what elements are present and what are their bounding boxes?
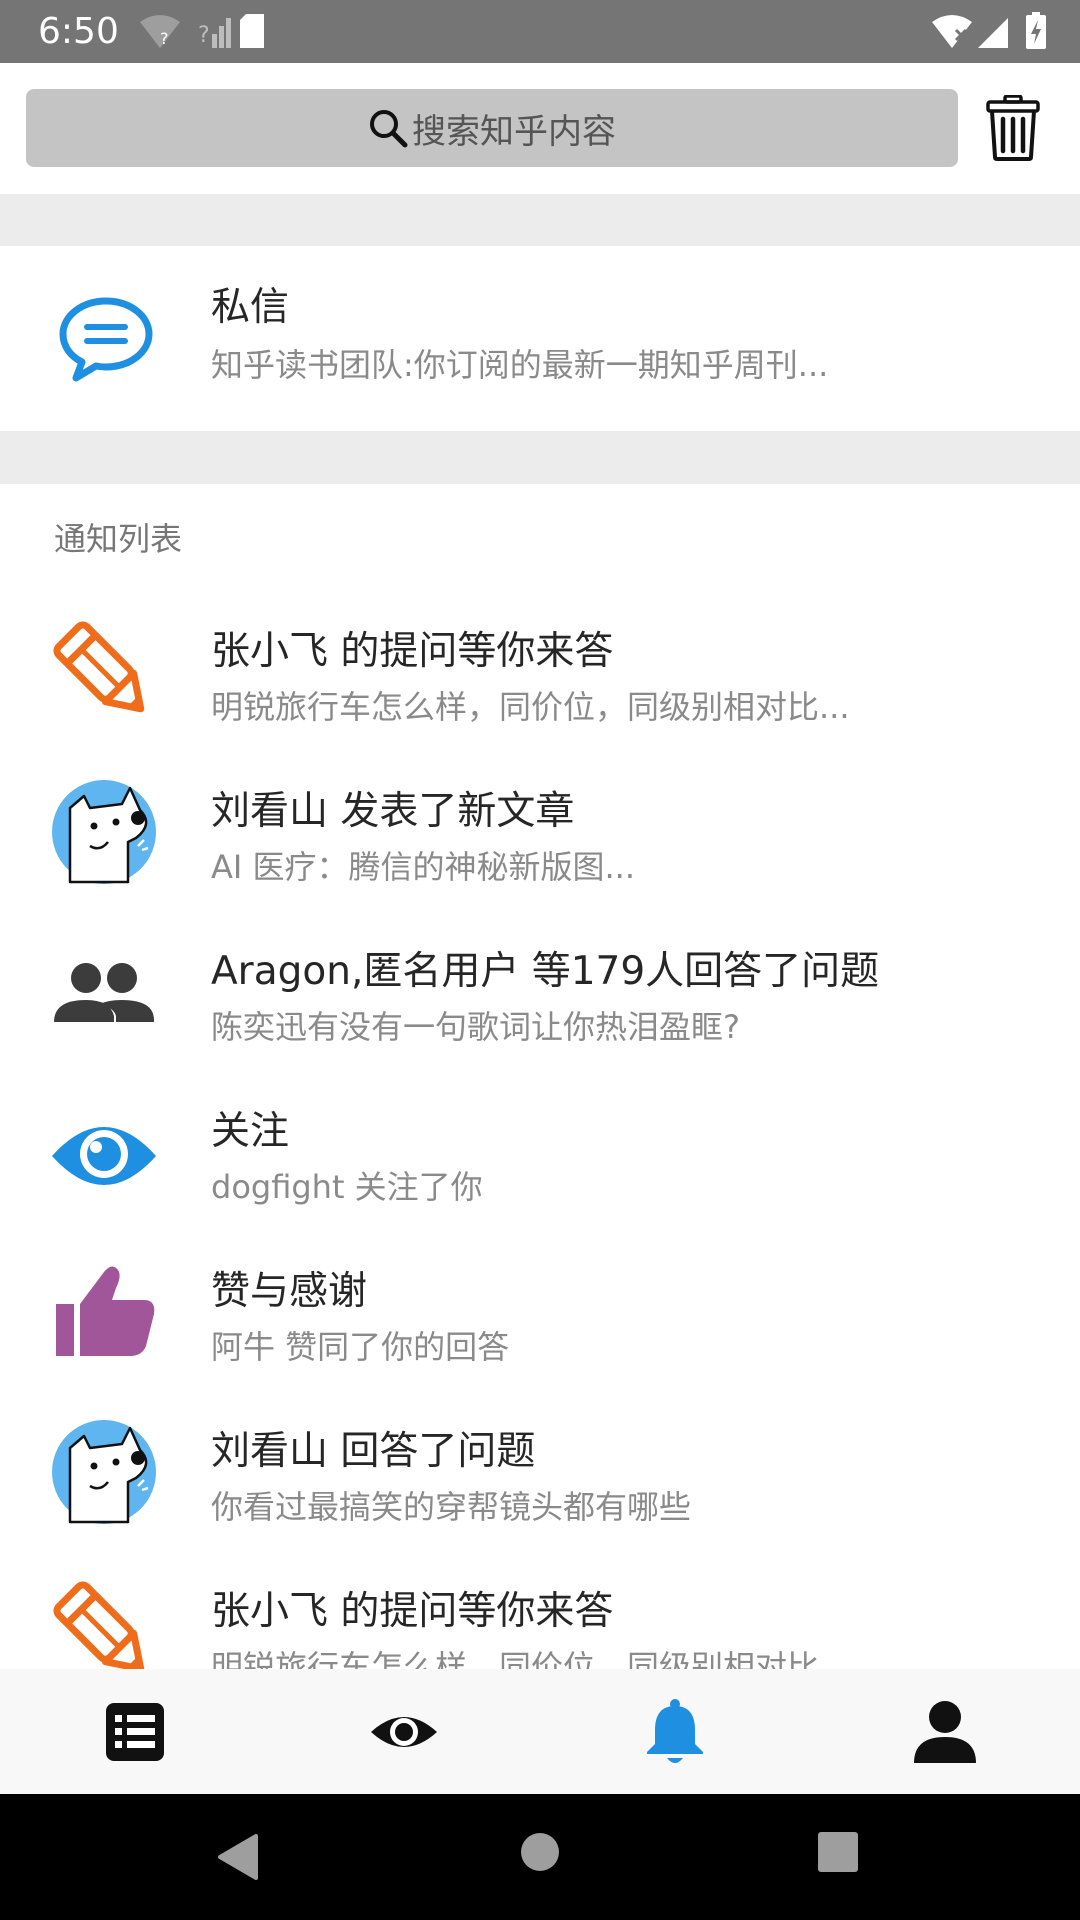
- notification-title: 关注: [211, 1109, 290, 1154]
- search-icon: [370, 110, 408, 148]
- nav-profile[interactable]: [910, 1697, 980, 1767]
- dog-avatar: [52, 780, 156, 884]
- search-input[interactable]: 搜索知乎内容: [26, 89, 958, 167]
- eye-icon: [52, 1127, 156, 1185]
- notification-subtitle: 阿牛 赞同了你的回答: [211, 1328, 510, 1366]
- thumbs-up-icon: [56, 1266, 155, 1356]
- status-bar: 6:50 ? ?: [0, 0, 1080, 63]
- notification-subtitle: 陈奕迅有没有一句歌词让你热泪盈眶?: [211, 1008, 740, 1046]
- notification-item[interactable]: 关注 dogfight 关注了你: [0, 1088, 1080, 1248]
- bell-icon: [647, 1699, 703, 1763]
- battery-charging-icon: [1026, 12, 1046, 49]
- sd-card-icon: [240, 14, 264, 48]
- pencil-icon: [53, 1581, 145, 1669]
- eye-icon: [371, 1717, 437, 1747]
- notification-subtitle: 明锐旅行车怎么样，同价位，同级别相对比...: [211, 1648, 850, 1669]
- signal-unknown-icon: ?: [198, 18, 231, 48]
- person-icon: [914, 1701, 976, 1763]
- notification-subtitle: 明锐旅行车怎么样，同价位，同级别相对比...: [211, 688, 850, 726]
- notification-subtitle: 你看过最搞笑的穿帮镜头都有哪些: [211, 1488, 692, 1526]
- notification-subtitle: AI 医疗：腾信的神秘新版图...: [211, 848, 636, 886]
- wifi-off-icon: [932, 15, 972, 48]
- svg-text:?: ?: [198, 23, 210, 48]
- notification-title: 张小飞 的提问等你来答: [211, 1589, 614, 1634]
- notification-item[interactable]: 赞与感谢 阿牛 赞同了你的回答: [0, 1248, 1080, 1408]
- dog-avatar: [52, 1420, 156, 1524]
- nav-feed[interactable]: [100, 1697, 170, 1767]
- notification-title: Aragon,匿名用户 等179人回答了问题: [211, 949, 880, 994]
- status-left-icons: ? ?: [138, 12, 268, 52]
- trash-icon: [986, 94, 1040, 161]
- direct-message-row[interactable]: 私信 知乎读书团队:你订阅的最新一期知乎周刊...: [0, 246, 1080, 431]
- nav-notifications[interactable]: [640, 1697, 710, 1767]
- section-label: 通知列表: [54, 520, 183, 558]
- notification-title: 赞与感谢: [211, 1269, 368, 1314]
- notification-subtitle: dogfight 关注了你: [211, 1168, 483, 1206]
- recents-icon[interactable]: [818, 1832, 858, 1872]
- section-divider: [0, 431, 1080, 484]
- bottom-nav: [0, 1669, 1080, 1794]
- wifi-unknown-icon: ?: [140, 15, 180, 48]
- pencil-icon: [53, 621, 145, 713]
- notification-list: 通知列表 张小飞 的提问等你来答 明锐旅行车怎么样，同价位，同级别相对比... …: [0, 484, 1080, 1669]
- status-time: 6:50: [38, 11, 119, 52]
- notification-title: 张小飞 的提问等你来答: [211, 629, 614, 674]
- direct-message-preview: 知乎读书团队:你订阅的最新一期知乎周刊...: [211, 346, 829, 384]
- notification-title: 刘看山 回答了问题: [211, 1429, 536, 1474]
- search-placeholder: 搜索知乎内容: [412, 111, 616, 152]
- back-icon[interactable]: [216, 1832, 260, 1882]
- chat-bubble-icon: [59, 297, 153, 382]
- notification-item[interactable]: Aragon,匿名用户 等179人回答了问题 陈奕迅有没有一句歌词让你热泪盈眶?: [0, 928, 1080, 1088]
- status-right-icons: [930, 12, 1050, 52]
- section-divider: [0, 194, 1080, 246]
- notification-item[interactable]: 张小飞 的提问等你来答 明锐旅行车怎么样，同价位，同级别相对比...: [0, 608, 1080, 768]
- notification-item[interactable]: 刘看山 回答了问题 你看过最搞笑的穿帮镜头都有哪些: [0, 1408, 1080, 1568]
- notification-title: 刘看山 发表了新文章: [211, 789, 575, 834]
- trash-button[interactable]: [986, 94, 1040, 161]
- cell-signal-icon: [978, 18, 1008, 48]
- feed-list-icon: [106, 1703, 164, 1761]
- notification-item[interactable]: 刘看山 发表了新文章 AI 医疗：腾信的神秘新版图...: [0, 768, 1080, 928]
- home-icon[interactable]: [520, 1832, 560, 1872]
- system-nav-bar: [0, 1794, 1080, 1920]
- nav-discover[interactable]: [369, 1697, 439, 1767]
- top-bar: 搜索知乎内容: [0, 63, 1080, 194]
- direct-message-title: 私信: [211, 285, 290, 330]
- notification-item[interactable]: 张小飞 的提问等你来答 明锐旅行车怎么样，同价位，同级别相对比...: [0, 1568, 1080, 1669]
- svg-text:?: ?: [160, 29, 169, 48]
- people-icon: [54, 963, 154, 1022]
